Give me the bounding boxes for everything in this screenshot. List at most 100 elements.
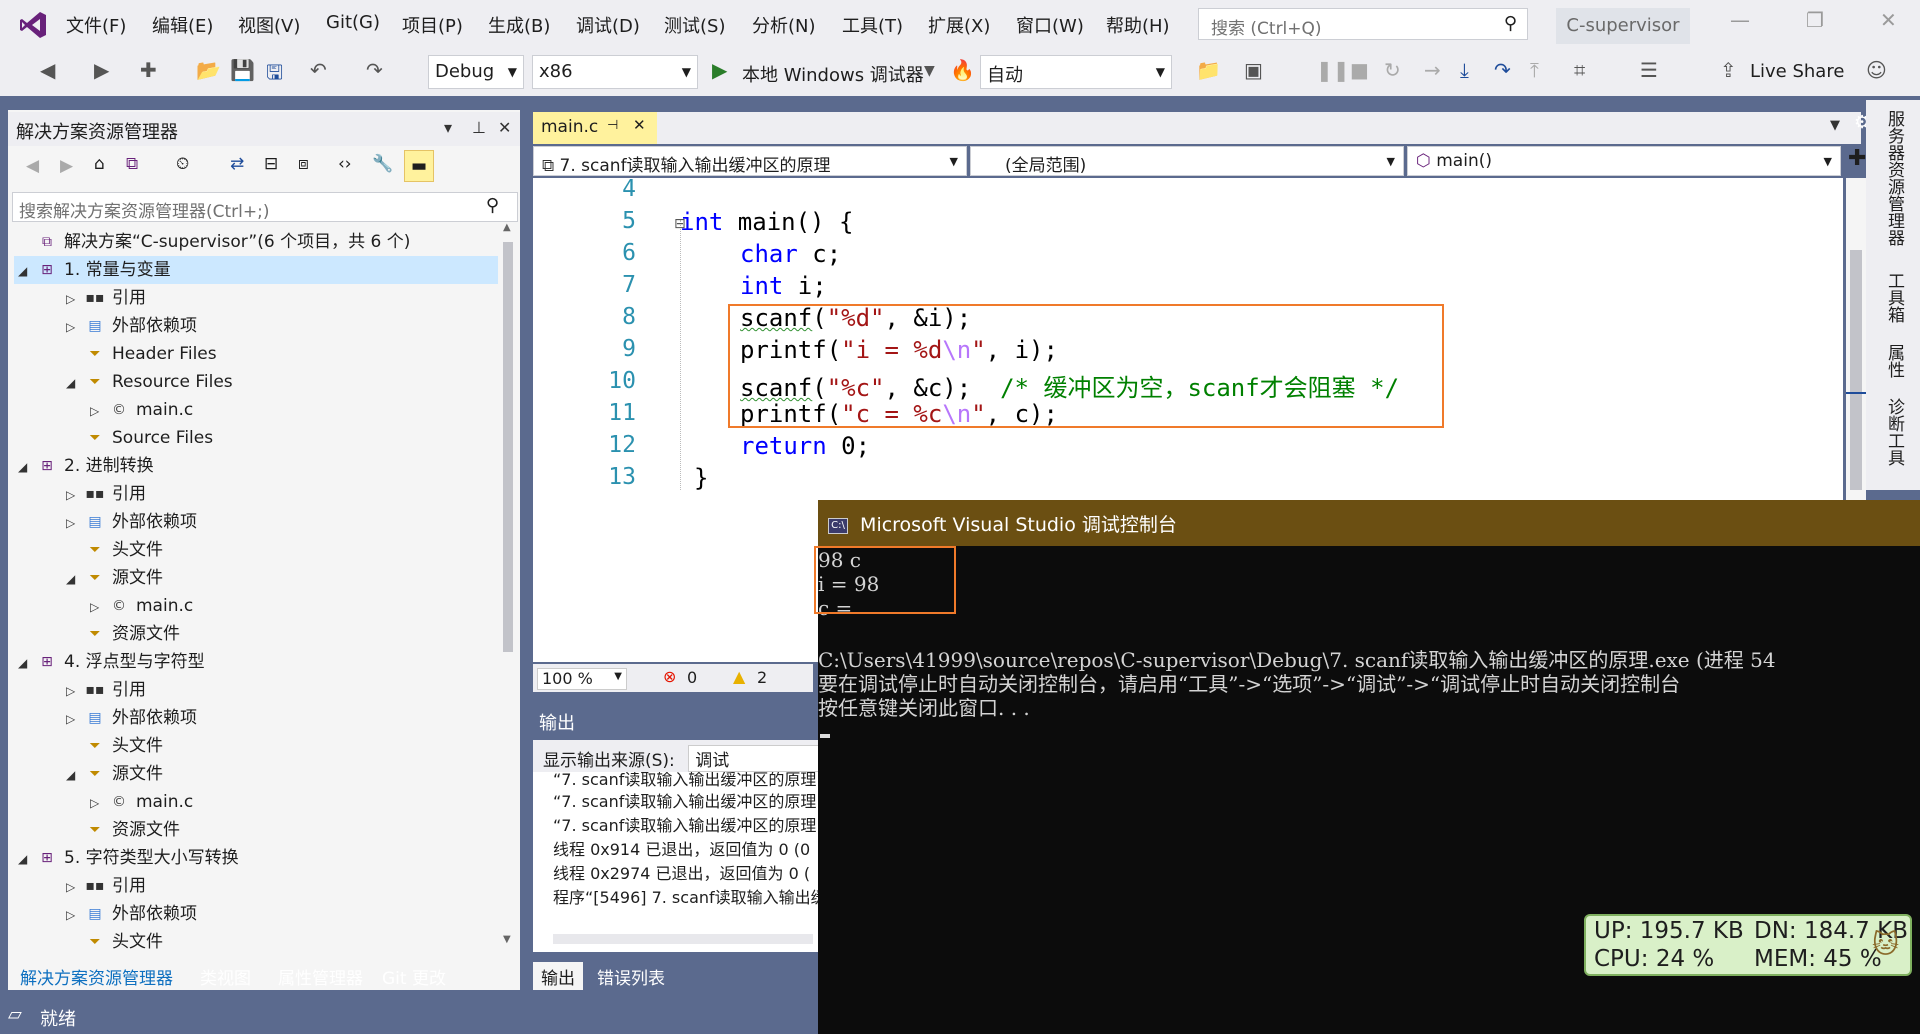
menu-test[interactable]: 测试(S) — [664, 12, 725, 38]
home-icon[interactable]: ⌂ — [94, 154, 105, 174]
tab-main-c[interactable]: main.c ⊣ ✕ — [533, 112, 657, 144]
tree-item[interactable]: ◢ ⏷ Resource Files — [14, 368, 498, 396]
tree-item[interactable]: ⏷ 头文件 — [14, 536, 498, 564]
tree-item[interactable]: ⏷ 头文件 — [14, 928, 498, 956]
tree-item[interactable]: ⏷ Source Files — [14, 424, 498, 452]
menu-build[interactable]: 生成(B) — [488, 12, 550, 38]
menu-git[interactable]: Git(G) — [326, 12, 380, 33]
expanded-chevron-icon[interactable]: ◢ — [66, 369, 84, 397]
restore-icon[interactable]: ❐ — [1806, 8, 1824, 32]
expanded-chevron-icon[interactable]: ◢ — [18, 453, 36, 481]
collapsed-chevron-icon[interactable]: ▷ — [66, 285, 84, 313]
menu-analyze[interactable]: 分析(N) — [752, 12, 816, 38]
toolbox-tab[interactable]: 工具箱 — [1882, 272, 1907, 323]
tab-property-manager[interactable]: 属性管理器 — [270, 962, 371, 990]
scrollbar-thumb[interactable] — [503, 242, 513, 652]
run-dropdown-icon[interactable]: ▼ — [924, 63, 935, 79]
hot-reload-icon[interactable]: 🔥 — [950, 58, 975, 82]
menu-extensions[interactable]: 扩展(X) — [928, 12, 990, 38]
back-icon[interactable]: ◀ — [40, 58, 55, 82]
expanded-chevron-icon[interactable]: ◢ — [18, 845, 36, 873]
redo-icon[interactable]: ↷ — [366, 58, 383, 82]
tree-item[interactable]: ▷ ▪▪ 引用 — [14, 284, 498, 312]
back-icon[interactable]: ◀ — [26, 156, 39, 176]
expanded-chevron-icon[interactable]: ◢ — [66, 761, 84, 789]
open-folder-icon[interactable]: 📂 — [196, 58, 221, 82]
tree-item[interactable]: ▷ © main.c — [14, 788, 498, 816]
nav-function-select[interactable]: ⬡ main() ▼ — [1407, 146, 1841, 176]
live-share-icon[interactable]: ⇪ — [1720, 58, 1737, 82]
menu-debug[interactable]: 调试(D) — [576, 12, 640, 38]
output-source-select[interactable]: 调试 — [688, 745, 823, 772]
tab-solution-explorer[interactable]: 解决方案资源管理器 — [12, 962, 181, 990]
collapsed-chevron-icon[interactable]: ▷ — [66, 677, 84, 705]
restart-icon[interactable]: ↻ — [1384, 58, 1401, 82]
save-icon[interactable]: 💾 — [230, 58, 255, 82]
properties-icon[interactable]: 🔧 — [372, 154, 393, 174]
nav-file-select[interactable]: ⧉ 7. scanf读取输入输出缓冲区的原理 ▼ — [533, 146, 967, 176]
tab-list-dropdown-icon[interactable]: ▼ — [1830, 118, 1840, 133]
tree-item[interactable]: ⧉ 解决方案“C-supervisor”(6 个项目，共 6 个) — [14, 228, 498, 256]
folder-search-icon[interactable]: 📁 — [1196, 58, 1221, 82]
minimize-icon[interactable]: — — [1730, 8, 1750, 32]
collapsed-chevron-icon[interactable]: ▷ — [90, 593, 108, 621]
tree-item[interactable]: ▷ ▤ 外部依赖项 — [14, 312, 498, 340]
expanded-chevron-icon[interactable]: ◢ — [66, 565, 84, 593]
forward-icon[interactable]: ▶ — [94, 58, 109, 82]
tab-output[interactable]: 输出 — [533, 962, 583, 990]
start-debug-button[interactable]: 本地 Windows 调试器 — [742, 61, 924, 87]
expanded-chevron-icon[interactable]: ◢ — [18, 257, 36, 285]
stop-icon[interactable]: ■ — [1350, 58, 1369, 82]
tree-item[interactable]: ◢ ⊞ 4. 浮点型与字符型 — [14, 648, 498, 676]
collapsed-chevron-icon[interactable]: ▷ — [66, 873, 84, 901]
sync-icon[interactable]: ⇄ — [230, 154, 244, 174]
tree-item[interactable]: ▷ ▤ 外部依赖项 — [14, 508, 498, 536]
new-item-icon[interactable]: ✚ — [140, 58, 157, 82]
collapsed-chevron-icon[interactable]: ▷ — [66, 313, 84, 341]
preview-icon[interactable]: ▬ — [404, 150, 434, 182]
tree-item[interactable]: ◢ ⊞ 2. 进制转换 — [14, 452, 498, 480]
warning-icon[interactable]: ▲ — [733, 667, 745, 686]
close-tab-icon[interactable]: ✕ — [633, 116, 646, 134]
collapsed-chevron-icon[interactable]: ▷ — [90, 397, 108, 425]
menu-window[interactable]: 窗口(W) — [1016, 12, 1084, 38]
feedback-icon[interactable]: ☺ — [1866, 58, 1887, 82]
menu-file[interactable]: 文件(F) — [66, 12, 126, 38]
tree-item[interactable]: ▷ © main.c — [14, 396, 498, 424]
tree-item[interactable]: ▷ ▪▪ 引用 — [14, 480, 498, 508]
solution-search-input[interactable]: 搜索解决方案资源管理器(Ctrl+;) ⚲ — [12, 192, 518, 222]
config-select[interactable]: Debug ▼ — [428, 55, 524, 89]
tree-item[interactable]: ▷ ▤ 外部依赖项 — [14, 900, 498, 928]
menu-help[interactable]: 帮助(H) — [1106, 12, 1170, 38]
search-input[interactable]: 搜索 (Ctrl+Q) ⚲ — [1198, 8, 1528, 40]
forward-icon[interactable]: ▶ — [60, 156, 73, 176]
step-into-icon[interactable]: ⤓ — [1460, 58, 1469, 82]
expanded-chevron-icon[interactable]: ◢ — [18, 649, 36, 677]
tab-class-view[interactable]: 类视图 — [192, 962, 259, 990]
menu-view[interactable]: 视图(V) — [238, 12, 300, 38]
editor-scrollbar-thumb[interactable] — [1850, 250, 1862, 490]
step-out-icon[interactable]: ⤒ — [1530, 58, 1539, 82]
pending-changes-icon[interactable]: ⏲ — [176, 154, 189, 174]
collapsed-chevron-icon[interactable]: ▷ — [66, 481, 84, 509]
step-over-icon[interactable]: ↷ — [1494, 58, 1511, 82]
collapsed-chevron-icon[interactable]: ▷ — [66, 705, 84, 733]
pin-icon[interactable]: ⊥ — [472, 118, 486, 137]
scroll-up-icon[interactable]: ▲ — [503, 222, 511, 233]
server-explorer-tab[interactable]: 服务器资源管理器 — [1882, 110, 1907, 246]
tree-item[interactable]: ⏷ 资源文件 — [14, 620, 498, 648]
console-title-bar[interactable]: C:\ Microsoft Visual Studio 调试控制台 — [818, 500, 1920, 546]
browser-icon[interactable]: ▣ — [1244, 58, 1263, 82]
live-share-button[interactable]: Live Share — [1750, 61, 1844, 82]
pin-icon[interactable]: ⊣ — [607, 118, 618, 133]
zoom-select[interactable]: 100 % ▼ — [537, 668, 627, 690]
tree-item[interactable]: ⏷ 头文件 — [14, 732, 498, 760]
tree-item[interactable]: ◢ ⏷ 源文件 — [14, 760, 498, 788]
show-all-files-icon[interactable]: ⧈ — [298, 154, 309, 174]
tab-git-changes[interactable]: Git 更改 — [374, 962, 454, 990]
close-icon[interactable]: ✕ — [1880, 8, 1897, 32]
menu-tools[interactable]: 工具(T) — [842, 12, 903, 38]
output-hscrollbar[interactable] — [553, 934, 813, 944]
tree-item[interactable]: ⏷ 资源文件 — [14, 816, 498, 844]
start-debug-icon[interactable]: ▶ — [712, 58, 727, 82]
